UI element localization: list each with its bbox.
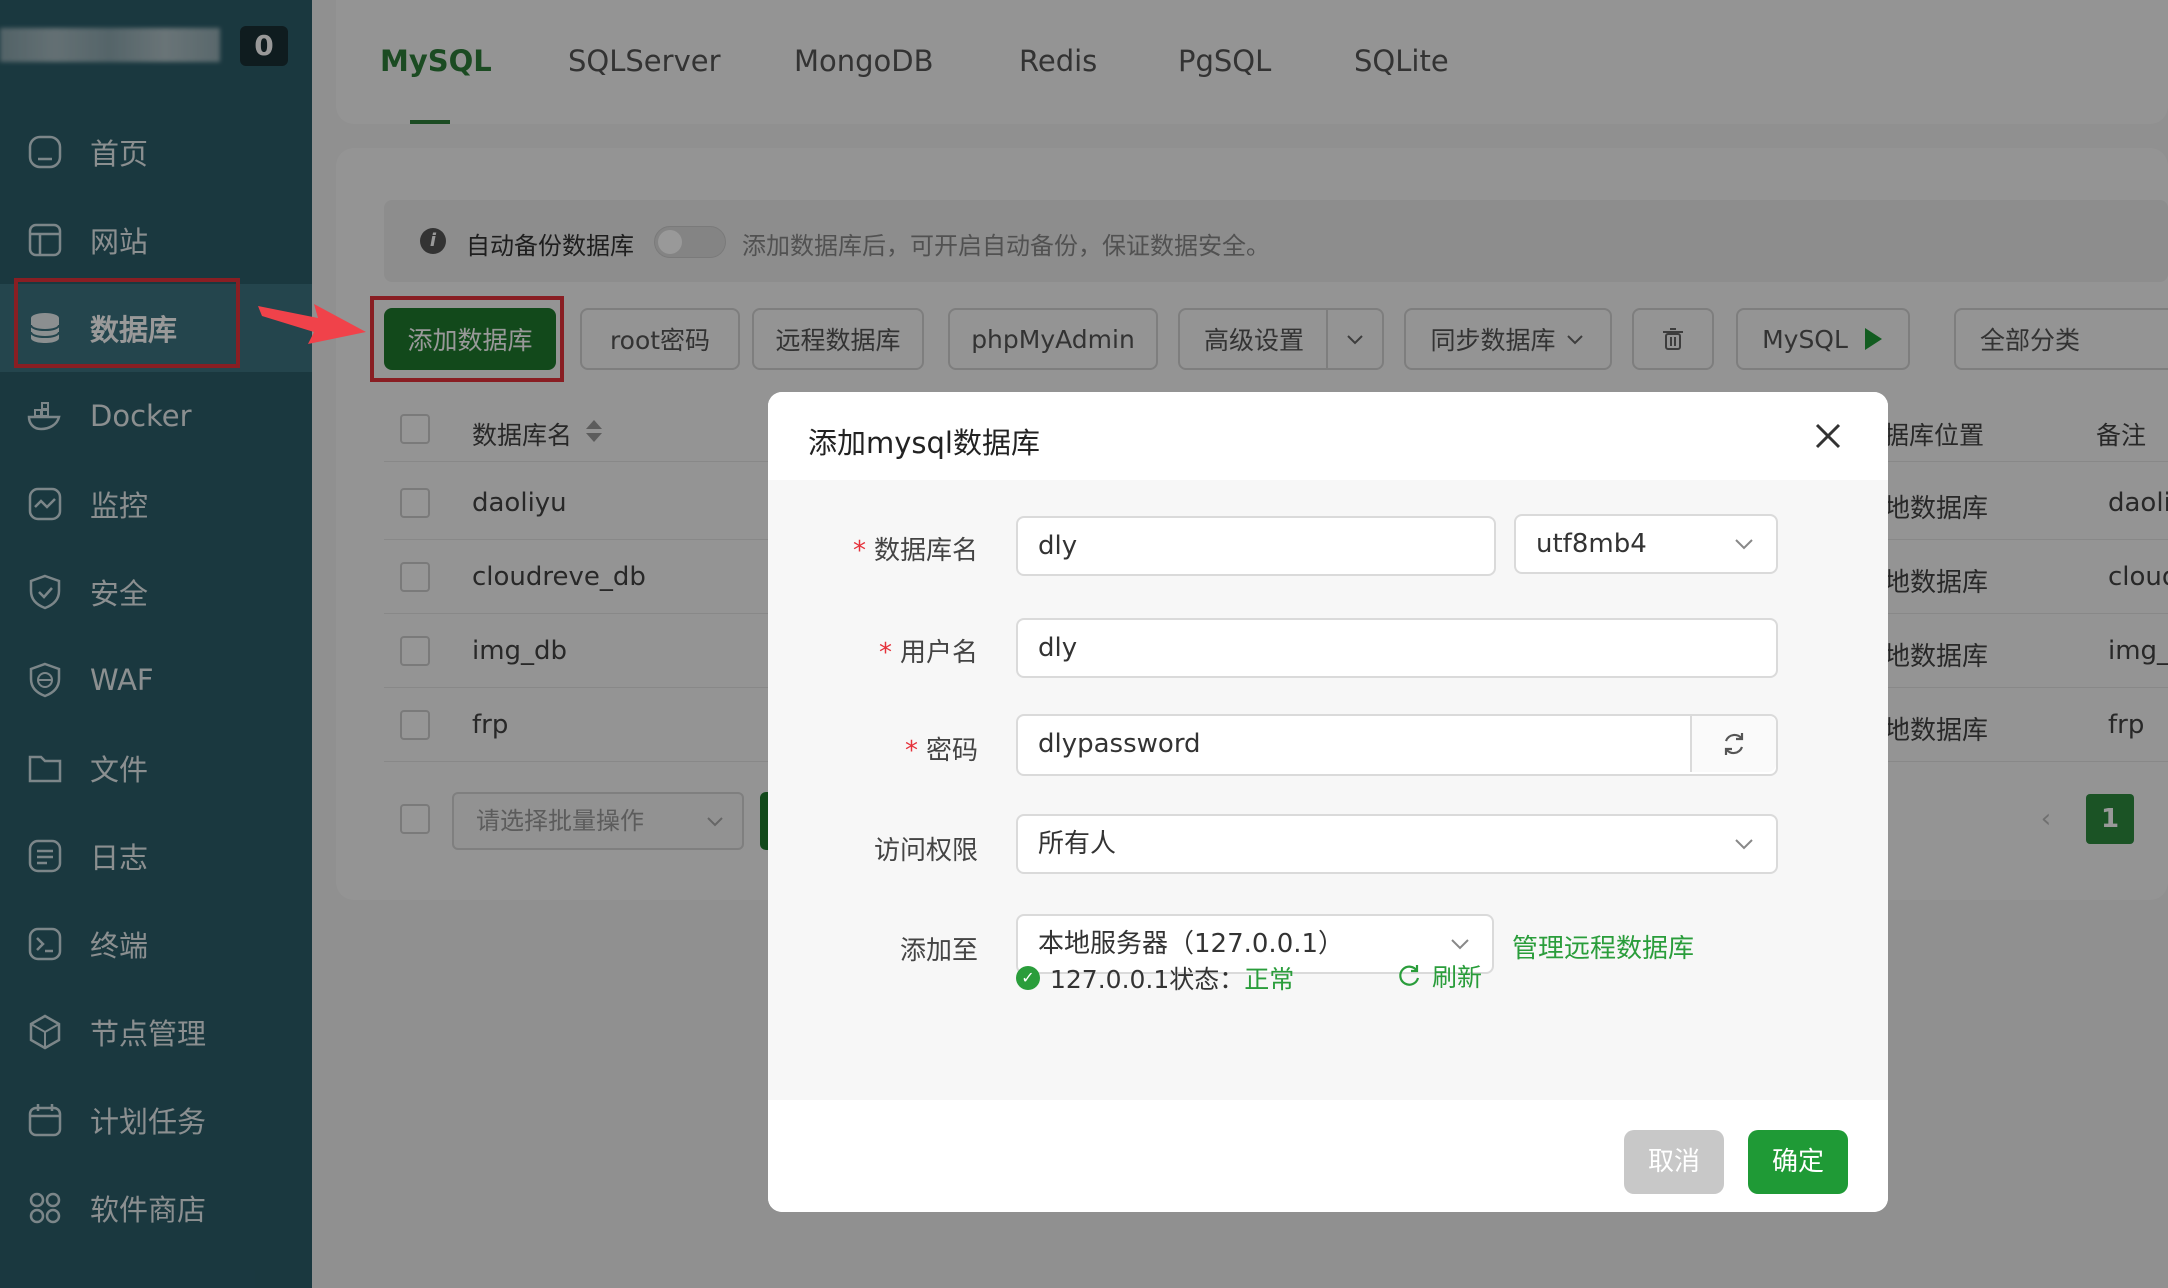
server-status: ✓ 127.0.0.1状态： 正常 (1016, 960, 1294, 996)
charset-select[interactable]: utf8mb4 (1514, 514, 1778, 574)
access-select[interactable]: 所有人 (1016, 814, 1778, 874)
chevron-down-icon (1451, 939, 1469, 950)
username-label-wrap: * 用户名 (768, 632, 978, 672)
db-name-label-wrap: * 数据库名 (768, 530, 978, 570)
refresh-status-link[interactable]: 刷新 (1396, 958, 1482, 994)
cancel-button[interactable]: 取消 (1624, 1130, 1724, 1194)
dialog-header: 添加mysql数据库 (768, 392, 1888, 480)
dialog-footer: 取消 确定 (768, 1108, 1888, 1212)
password-label: * 密码 (904, 736, 978, 766)
server-value: 本地服务器（127.0.0.1） (1038, 929, 1345, 959)
chevron-down-icon (1735, 839, 1753, 850)
annotation-arrow-icon (258, 304, 366, 344)
dialog-body: * 数据库名 dly utf8mb4 * 用户名 dly * 密码 dlypasswo… (768, 480, 1888, 1100)
access-value: 所有人 (1038, 829, 1117, 859)
confirm-button[interactable]: 确定 (1748, 1130, 1848, 1194)
password-value: dlypassword (1038, 729, 1201, 759)
password-input[interactable]: dlypassword (1016, 714, 1778, 776)
check-circle-icon: ✓ (1016, 966, 1040, 990)
status-prefix: 127.0.0.1状态： (1050, 965, 1245, 994)
username-label: * 用户名 (878, 638, 978, 668)
charset-value: utf8mb4 (1536, 529, 1647, 559)
add-to-label-wrap: 添加至 (768, 930, 978, 970)
chevron-down-icon (1735, 539, 1753, 550)
access-label-wrap: 访问权限 (768, 830, 978, 870)
close-icon[interactable] (1810, 418, 1846, 454)
password-label-wrap: * 密码 (768, 730, 978, 770)
refresh-icon (1724, 733, 1744, 755)
username-input[interactable]: dly (1016, 618, 1778, 678)
refresh-icon (1399, 965, 1420, 986)
add-mysql-dialog: 添加mysql数据库 * 数据库名 dly utf8mb4 * 用户名 dly * 密… (768, 392, 1888, 1212)
manage-remote-db-link[interactable]: 管理远程数据库 (1512, 928, 1694, 965)
refresh-label: 刷新 (1432, 963, 1483, 992)
dialog-title: 添加mysql数据库 (808, 426, 1040, 460)
add-to-label: 添加至 (899, 936, 978, 966)
access-label: 访问权限 (873, 836, 978, 866)
db-name-label: * 数据库名 (852, 536, 978, 566)
status-value: 正常 (1244, 965, 1295, 994)
generate-password-button[interactable] (1690, 716, 1776, 772)
db-name-input[interactable]: dly (1016, 516, 1496, 576)
